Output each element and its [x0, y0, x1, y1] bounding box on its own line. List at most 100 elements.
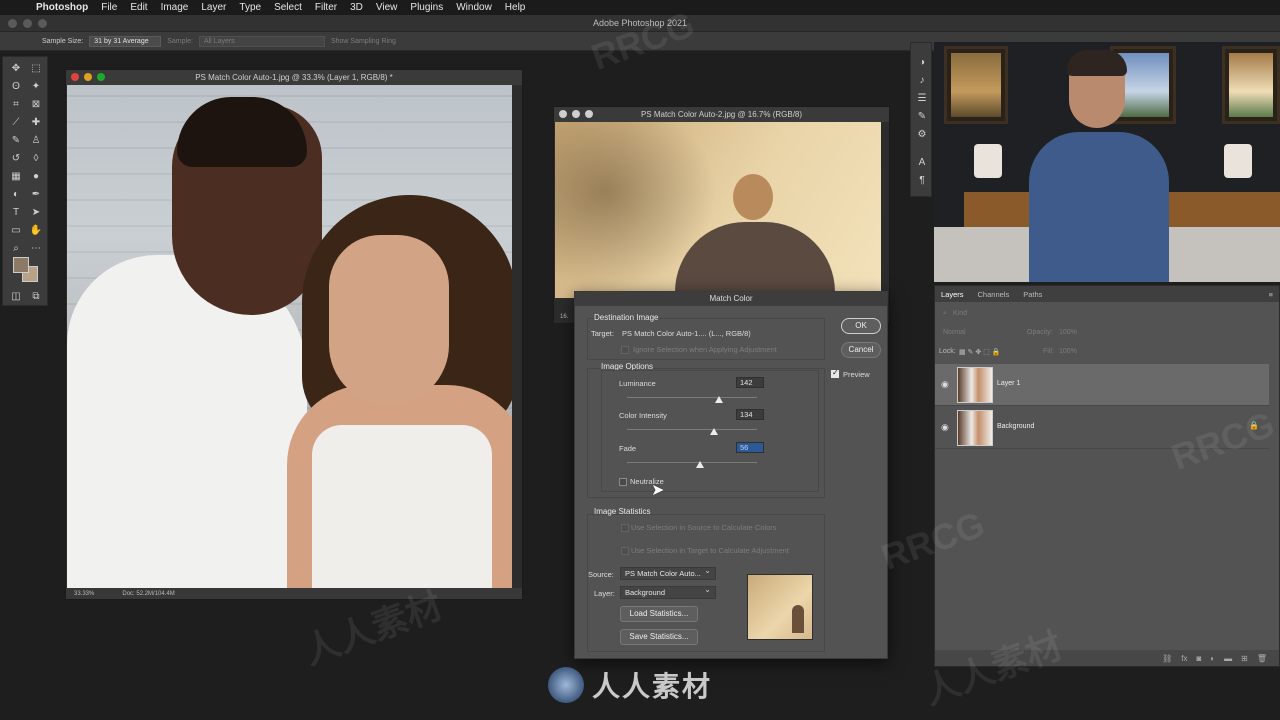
eyedropper-tool-icon[interactable]: ⟋ — [9, 115, 23, 129]
zoom-window-button[interactable] — [38, 19, 47, 28]
blend-mode-select[interactable]: Normal — [943, 329, 966, 336]
layer-style-icon[interactable]: fx — [1181, 654, 1187, 663]
preview-checkbox[interactable] — [831, 368, 839, 378]
cancel-button[interactable]: Cancel — [841, 342, 881, 358]
properties-panel-icon[interactable]: ⚙ — [915, 129, 929, 143]
visibility-eye-icon[interactable]: ◉ — [941, 422, 949, 433]
gradient-tool-icon[interactable]: ▦ — [9, 169, 23, 183]
doc1-minimize-button[interactable] — [84, 73, 92, 81]
history-brush-icon[interactable]: ↺ — [9, 151, 23, 165]
menu-layer[interactable]: Layer — [201, 2, 226, 13]
crop-tool-icon[interactable]: ⌗ — [9, 97, 23, 111]
character-panel-icon[interactable]: A — [915, 157, 929, 171]
pen-tool-icon[interactable]: ✒ — [29, 187, 43, 201]
move-tool-icon[interactable]: ✥ — [9, 61, 23, 75]
menu-help[interactable]: Help — [505, 2, 526, 13]
add-mask-icon[interactable]: ◙ — [1196, 654, 1201, 663]
fade-slider[interactable] — [627, 462, 757, 463]
doc2-zoom-button[interactable] — [585, 110, 593, 118]
path-selection-icon[interactable]: ➤ — [29, 205, 43, 219]
zoom-level[interactable]: 33.33% — [74, 591, 94, 597]
document-1-canvas[interactable] — [67, 85, 512, 589]
more-tools-icon[interactable]: ⋯ — [29, 241, 43, 255]
color-panel-icon[interactable]: ◑ — [915, 57, 929, 71]
shape-tool-icon[interactable]: ▭ — [9, 223, 23, 237]
document-window-1[interactable]: PS Match Color Auto-1.jpg @ 33.3% (Layer… — [65, 69, 523, 600]
sample-size-select[interactable]: 31 by 31 Average — [89, 35, 162, 47]
lasso-tool-icon[interactable]: ʘ — [9, 79, 23, 93]
menu-type[interactable]: Type — [239, 2, 261, 13]
brush-tool-icon[interactable]: ✎ — [9, 133, 23, 147]
dodge-tool-icon[interactable]: ◐ — [9, 187, 23, 201]
menu-photoshop[interactable]: Photoshop — [36, 2, 88, 13]
new-group-icon[interactable]: ▬ — [1224, 654, 1232, 663]
color-intensity-input[interactable]: 134 — [736, 409, 764, 420]
brush-panel-icon[interactable]: ✎ — [915, 111, 929, 125]
panel-menu-icon[interactable]: ≡ — [1269, 290, 1273, 299]
swatches-panel-icon[interactable]: ♪ — [915, 75, 929, 89]
marquee-tool-icon[interactable]: ⬚ — [29, 61, 43, 75]
fade-input[interactable]: 56 — [736, 442, 764, 453]
lock-icons[interactable]: ▦ ✎ ✥ ⬚ 🔒 — [959, 348, 1000, 356]
magic-wand-icon[interactable]: ✦ — [29, 79, 43, 93]
menu-view[interactable]: View — [376, 2, 398, 13]
tab-channels[interactable]: Channels — [978, 290, 1010, 299]
sample-select[interactable]: All Layers — [198, 35, 325, 47]
screen-mode-icon[interactable]: ⧉ — [29, 289, 43, 303]
paragraph-panel-icon[interactable]: ¶ — [915, 175, 929, 189]
doc1-close-button[interactable] — [71, 73, 79, 81]
type-tool-icon[interactable]: T — [9, 205, 23, 219]
menu-select[interactable]: Select — [274, 2, 302, 13]
menu-filter[interactable]: Filter — [315, 2, 337, 13]
save-statistics-button[interactable]: Save Statistics... — [620, 629, 698, 645]
foreground-color-swatch[interactable] — [13, 257, 29, 273]
layer-row-layer-1[interactable]: ◉ Layer 1 — [935, 364, 1269, 406]
fill-value[interactable]: 100% — [1059, 348, 1077, 355]
link-layers-icon[interactable]: ⛓ — [1162, 654, 1172, 663]
source-dropdown[interactable]: PS Match Color Auto... — [620, 565, 716, 580]
menu-3d[interactable]: 3D — [350, 2, 363, 13]
zoom-tool-icon[interactable]: ⌕ — [9, 241, 23, 255]
ok-button[interactable]: OK — [841, 318, 881, 334]
delete-layer-icon[interactable]: 🗑 — [1257, 654, 1267, 663]
menu-plugins[interactable]: Plugins — [410, 2, 443, 13]
menu-window[interactable]: Window — [456, 2, 492, 13]
doc2-close-button[interactable] — [559, 110, 567, 118]
fade-slider-thumb[interactable] — [695, 461, 704, 468]
luminance-slider[interactable] — [627, 397, 757, 398]
opacity-value[interactable]: 100% — [1059, 329, 1077, 336]
color-intensity-slider[interactable] — [627, 429, 757, 430]
load-statistics-button[interactable]: Load Statistics... — [620, 606, 698, 622]
use-target-selection-checkbox[interactable] — [621, 547, 629, 555]
adjustment-layer-icon[interactable]: ◐ — [1210, 654, 1215, 663]
adjustments-panel-icon[interactable]: ☰ — [915, 93, 929, 107]
frame-tool-icon[interactable]: ⊠ — [29, 97, 43, 111]
filter-kind-select[interactable]: Kind — [953, 310, 967, 317]
menu-file[interactable]: File — [101, 2, 117, 13]
clone-stamp-icon[interactable]: ♙ — [29, 133, 43, 147]
use-source-selection-checkbox[interactable] — [621, 524, 629, 532]
doc1-zoom-button[interactable] — [97, 73, 105, 81]
ignore-selection-checkbox[interactable] — [621, 346, 629, 354]
hand-tool-icon[interactable]: ✋ — [29, 223, 43, 237]
filter-search-icon[interactable]: ⌕ — [943, 310, 947, 318]
tab-layers[interactable]: Layers — [941, 290, 964, 299]
healing-brush-icon[interactable]: ✚ — [29, 115, 43, 129]
document-2-canvas[interactable] — [555, 122, 881, 298]
menu-image[interactable]: Image — [161, 2, 189, 13]
doc2-minimize-button[interactable] — [572, 110, 580, 118]
color-intensity-slider-thumb[interactable] — [710, 428, 719, 435]
layer-dropdown[interactable]: Background — [620, 584, 716, 599]
document-2-title-bar[interactable]: PS Match Color Auto-2.jpg @ 16.7% (RGB/8… — [554, 107, 889, 122]
blur-tool-icon[interactable]: ● — [29, 169, 43, 183]
eraser-tool-icon[interactable]: ◊ — [29, 151, 43, 165]
menu-edit[interactable]: Edit — [130, 2, 147, 13]
close-window-button[interactable] — [8, 19, 17, 28]
new-layer-icon[interactable]: ⊞ — [1241, 654, 1248, 663]
document-1-title-bar[interactable]: PS Match Color Auto-1.jpg @ 33.3% (Layer… — [66, 70, 522, 85]
luminance-slider-thumb[interactable] — [715, 396, 724, 403]
quick-mask-icon[interactable]: ◫ — [9, 289, 23, 303]
luminance-input[interactable]: 142 — [736, 377, 764, 388]
tab-paths[interactable]: Paths — [1023, 290, 1042, 299]
minimize-window-button[interactable] — [23, 19, 32, 28]
